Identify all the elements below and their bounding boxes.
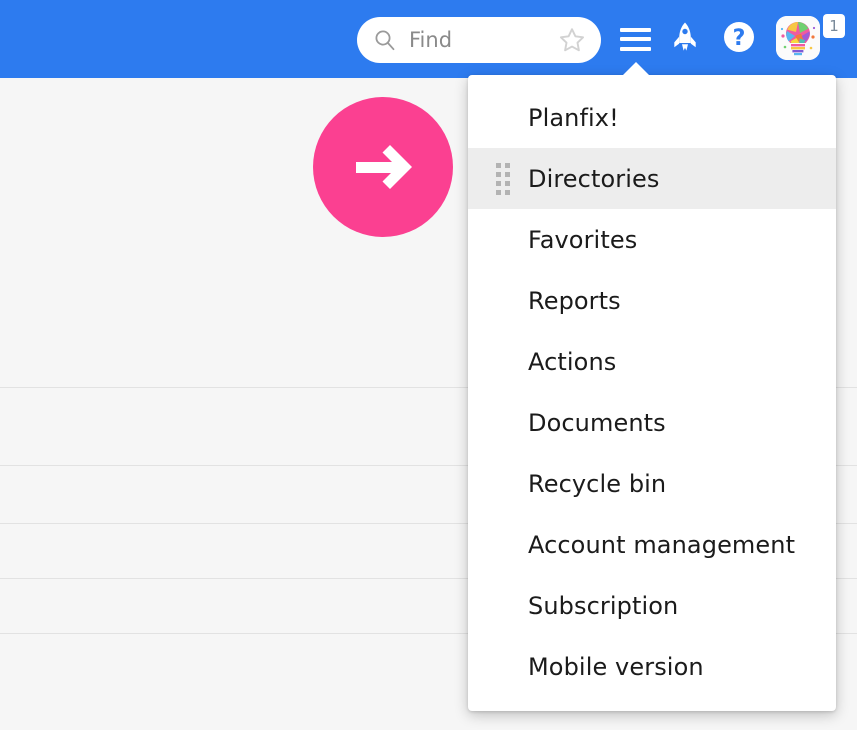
notification-badge[interactable]: 1 xyxy=(823,14,845,38)
menu-item-label: Mobile version xyxy=(528,652,704,681)
menu-item-directories[interactable]: Directories xyxy=(468,148,836,209)
menu-item-label: Reports xyxy=(528,286,621,315)
drag-handle-icon[interactable] xyxy=(496,162,510,195)
menu-item-actions[interactable]: Actions xyxy=(468,331,836,392)
question-mark-circle-icon: ? xyxy=(723,21,755,57)
avatar[interactable] xyxy=(776,16,820,60)
menu-item-mobile-version[interactable]: Mobile version xyxy=(468,636,836,697)
search-input[interactable] xyxy=(407,27,557,53)
menu-item-favorites[interactable]: Favorites xyxy=(468,209,836,270)
menu-item-subscription[interactable]: Subscription xyxy=(468,575,836,636)
menu-item-recycle-bin[interactable]: Recycle bin xyxy=(468,453,836,514)
menu-item-reports[interactable]: Reports xyxy=(468,270,836,331)
dropdown-caret-icon xyxy=(620,62,652,78)
primary-action-button[interactable] xyxy=(313,97,453,237)
svg-text:?: ? xyxy=(733,26,746,51)
hamburger-menu-icon xyxy=(619,27,651,51)
main-dropdown-menu: Planfix! Directories Favorites Reports Actio… xyxy=(468,75,836,711)
menu-item-label: Recycle bin xyxy=(528,469,667,498)
menu-item-planfix[interactable]: Planfix! xyxy=(468,87,836,148)
menu-item-label: Account management xyxy=(528,530,796,559)
menu-item-documents[interactable]: Documents xyxy=(468,392,836,453)
rocket-icon xyxy=(671,21,699,57)
menu-item-label: Documents xyxy=(528,408,666,437)
user-avatar-lightbulb-image xyxy=(776,16,820,60)
menu-item-account-management[interactable]: Account management xyxy=(468,514,836,575)
menu-item-label: Favorites xyxy=(528,225,638,254)
search-box[interactable] xyxy=(357,17,601,63)
star-outline-icon[interactable] xyxy=(557,25,587,55)
help-button[interactable]: ? xyxy=(717,0,761,78)
menu-item-label: Actions xyxy=(528,347,617,376)
top-header-bar: ? xyxy=(0,0,857,78)
search-icon xyxy=(374,29,396,51)
menu-item-label: Planfix! xyxy=(528,103,619,132)
whats-new-button[interactable] xyxy=(663,0,707,78)
menu-item-label: Directories xyxy=(528,164,660,193)
menu-item-label: Subscription xyxy=(528,591,679,620)
arrow-right-icon xyxy=(341,125,425,209)
